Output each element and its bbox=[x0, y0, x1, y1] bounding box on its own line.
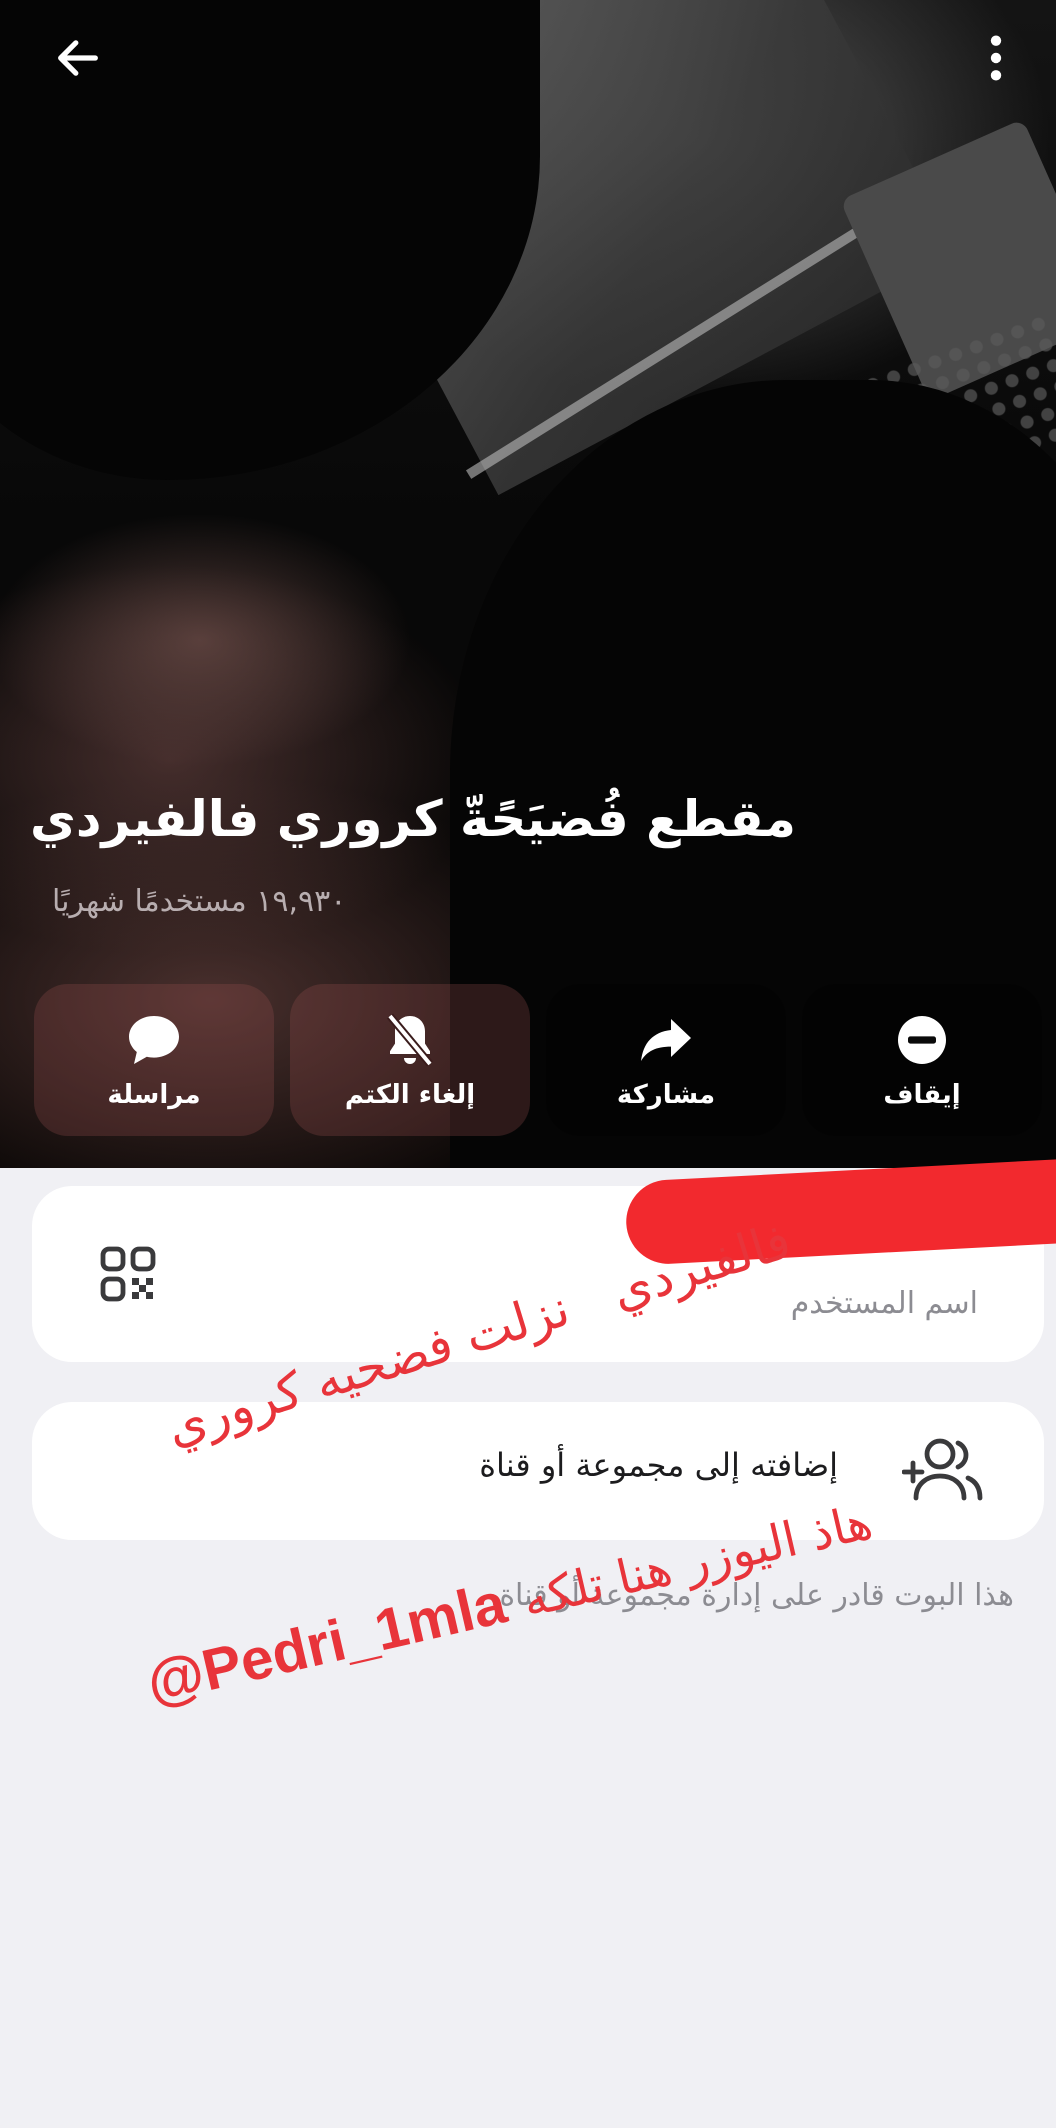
qr-code-icon[interactable] bbox=[100, 1246, 156, 1302]
message-button[interactable]: مراسلة bbox=[34, 984, 274, 1136]
unmute-button[interactable]: إلغاء الكتم bbox=[290, 984, 530, 1136]
stop-label: إيقاف bbox=[883, 1080, 961, 1110]
more-vertical-icon bbox=[990, 35, 1002, 81]
message-label: مراسلة bbox=[107, 1080, 201, 1110]
arrow-left-icon bbox=[58, 40, 98, 76]
add-users-icon bbox=[901, 1432, 988, 1508]
bell-off-icon bbox=[380, 1010, 440, 1070]
add-to-group-label: إضافته إلى مجموعة أو قناة bbox=[479, 1446, 838, 1484]
profile-title: مقطع فُضيَحًةّ كروري فالفيردي bbox=[30, 790, 796, 848]
back-button[interactable] bbox=[42, 22, 114, 94]
overlay-handle: @Pedri_1mla bbox=[140, 1570, 513, 1717]
username-label: اسم المستخدم bbox=[790, 1286, 978, 1321]
share-arrow-icon bbox=[636, 1010, 696, 1070]
unmute-label: إلغاء الكتم bbox=[344, 1080, 476, 1110]
share-button[interactable]: مشاركة bbox=[546, 984, 786, 1136]
chat-bubble-icon bbox=[124, 1010, 184, 1070]
action-bar: مراسلة إلغاء الكتم مشاركة إيقاف bbox=[34, 984, 1056, 1136]
bot-profile-screen: مقطع فُضيَحًةّ كروري فالفيردي ١٩,٩٣٠ مست… bbox=[0, 0, 1056, 2128]
stop-button[interactable]: إيقاف bbox=[802, 984, 1042, 1136]
monthly-users: ١٩,٩٣٠ مستخدمًا شهريًا bbox=[52, 884, 347, 919]
more-options-button[interactable] bbox=[960, 22, 1032, 94]
profile-header: مقطع فُضيَحًةّ كروري فالفيردي ١٩,٩٣٠ مست… bbox=[0, 0, 1056, 1168]
share-label: مشاركة bbox=[616, 1080, 716, 1110]
stop-minus-icon bbox=[892, 1010, 952, 1070]
